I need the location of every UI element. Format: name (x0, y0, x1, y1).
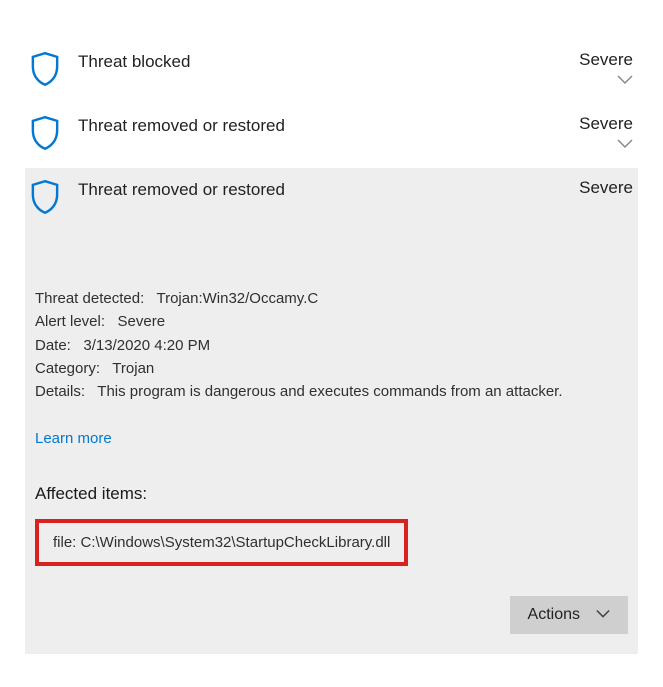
detail-line: Details: This program is dangerous and e… (35, 380, 628, 403)
learn-more-link[interactable]: Learn more (35, 427, 112, 450)
threat-title: Threat removed or restored (78, 178, 579, 200)
severity-label: Severe (579, 50, 633, 70)
shield-icon (30, 52, 60, 86)
severity-label: Severe (579, 114, 633, 134)
threat-row[interactable]: Threat blocked Severe (25, 40, 638, 104)
details-value: This program is dangerous and executes c… (97, 383, 562, 400)
detected-value: Trojan:Win32/Occamy.C (156, 290, 318, 307)
category-label: Category: (35, 360, 100, 377)
shield-icon (30, 180, 60, 214)
date-value: 3/13/2020 4:20 PM (83, 337, 210, 354)
date-label: Date: (35, 337, 71, 354)
threat-title: Threat blocked (78, 50, 579, 72)
chevron-down-icon[interactable] (579, 74, 633, 86)
threat-history-list: Threat blocked Severe Threat removed or … (0, 0, 663, 654)
threat-title: Threat removed or restored (78, 114, 579, 136)
severity-wrap: Severe (579, 50, 633, 86)
threat-row[interactable]: Threat removed or restored Severe (25, 104, 638, 168)
shield-icon (30, 116, 60, 150)
alert-level-label: Alert level: (35, 313, 105, 330)
detail-line: Date: 3/13/2020 4:20 PM (35, 334, 628, 357)
details-label: Details: (35, 383, 85, 400)
severity-label: Severe (579, 178, 633, 198)
chevron-down-icon[interactable] (579, 138, 633, 150)
affected-items-heading: Affected items: (35, 481, 628, 507)
detail-line: Category: Trojan (35, 357, 628, 380)
threat-row-expanded[interactable]: Threat removed or restored Severe (25, 168, 638, 232)
actions-button-label: Actions (528, 606, 580, 624)
detected-label: Threat detected: (35, 290, 144, 307)
actions-row: Actions (35, 596, 628, 634)
actions-button[interactable]: Actions (510, 596, 628, 634)
chevron-down-icon (596, 606, 610, 624)
alert-level-value: Severe (118, 313, 166, 330)
affected-item-path: file: C:\Windows\System32\StartupCheckLi… (35, 519, 408, 566)
threat-details-panel: Threat detected: Trojan:Win32/Occamy.C A… (25, 232, 638, 654)
detail-line: Threat detected: Trojan:Win32/Occamy.C (35, 287, 628, 310)
detail-line: Alert level: Severe (35, 310, 628, 333)
category-value: Trojan (112, 360, 154, 377)
severity-wrap: Severe (579, 114, 633, 150)
severity-wrap: Severe (579, 178, 633, 198)
threat-details: Threat detected: Trojan:Win32/Occamy.C A… (35, 232, 628, 634)
